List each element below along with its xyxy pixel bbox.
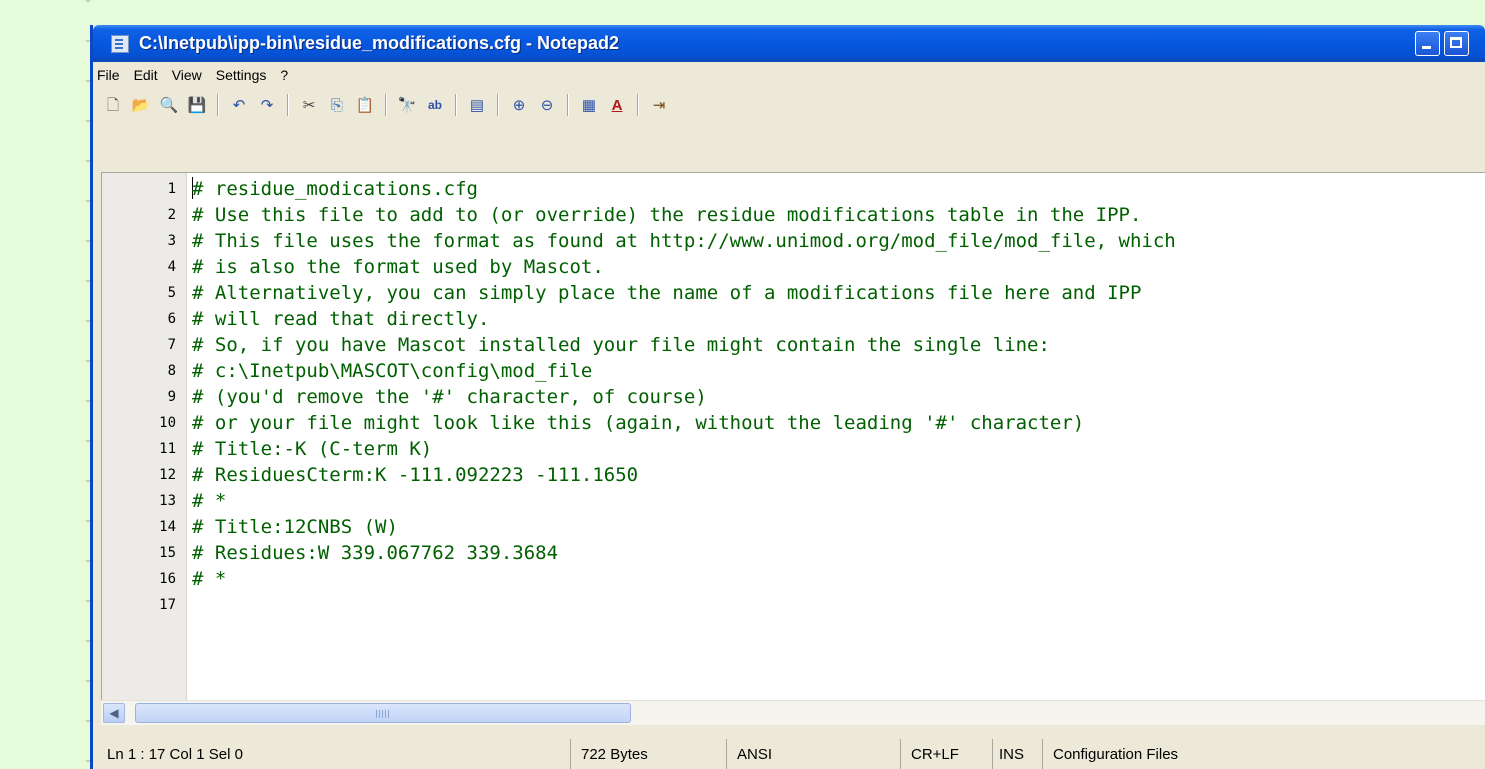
open-folder-icon[interactable]: 📂	[129, 93, 153, 117]
line-number: 14	[159, 519, 176, 535]
line-number: 15	[159, 545, 176, 561]
toolbar-separator	[567, 94, 569, 116]
code-line[interactable]: # ResiduesCterm:K -111.092223 -111.1650	[192, 462, 638, 488]
toolbar-separator	[217, 94, 219, 116]
status-line-endings[interactable]: CR+LF	[905, 739, 993, 769]
replace-icon[interactable]: ab	[423, 93, 447, 117]
new-file-icon[interactable]: 🗋	[101, 93, 125, 117]
code-line[interactable]: # So, if you have Mascot installed your …	[192, 332, 1050, 358]
line-number: 16	[159, 571, 176, 587]
code-line[interactable]: # is also the format used by Mascot.	[192, 254, 604, 280]
menu-file[interactable]: File	[93, 67, 127, 83]
code-line[interactable]: # Use this file to add to (or override) …	[192, 202, 1141, 228]
code-line[interactable]: # Title:-K (C-term K)	[192, 436, 432, 462]
find-icon[interactable]: 🔭	[395, 93, 419, 117]
code-line[interactable]: # Title:12CNBS (W)	[192, 514, 398, 540]
notepad-app-icon[interactable]	[111, 34, 129, 53]
word-wrap-icon[interactable]: ▤	[465, 93, 489, 117]
menu-view[interactable]: View	[165, 67, 209, 83]
scroll-left-button[interactable]: ◀	[103, 703, 125, 723]
toolbar: 🗋 📂 🔍 💾 ↶ ↷ ✂ ⎘ 📋 🔭 ab ▤ ⊕ ⊖ ▦ A ⇥	[93, 89, 1485, 121]
line-number: 5	[167, 285, 176, 301]
line-number: 11	[159, 441, 176, 457]
code-line[interactable]: # will read that directly.	[192, 306, 489, 332]
toolbar-separator	[637, 94, 639, 116]
undo-icon[interactable]: ↶	[227, 93, 251, 117]
cut-icon[interactable]: ✂	[297, 93, 321, 117]
status-encoding[interactable]: ANSI	[731, 739, 901, 769]
code-line[interactable]: # Residues:W 339.067762 339.3684	[192, 540, 558, 566]
font-icon[interactable]: A	[605, 93, 629, 117]
minimize-button[interactable]	[1415, 31, 1440, 56]
scroll-thumb[interactable]	[135, 703, 631, 723]
toolbar-separator	[385, 94, 387, 116]
menu-bar: File Edit View Settings ?	[93, 62, 1485, 87]
window-title: C:\Inetpub\ipp-bin\residue_modifications…	[139, 33, 620, 53]
text-editor[interactable]: 1 2 3 4 5 6 7 8 9 10 11 12 13 14 15 16 17 # residue_modi…	[101, 172, 1485, 701]
toolbar-separator	[287, 94, 289, 116]
scroll-grip-icon	[376, 710, 390, 718]
status-scheme[interactable]: Configuration Files	[1047, 739, 1485, 769]
save-icon[interactable]: 💾	[185, 93, 209, 117]
zoom-out-icon[interactable]: ⊖	[535, 93, 559, 117]
menu-settings[interactable]: Settings	[209, 67, 274, 83]
line-number-gutter: 1 2 3 4 5 6 7 8 9 10 11 12 13 14 15 16 17	[102, 173, 187, 701]
status-insert-mode: INS	[993, 739, 1043, 769]
title-bar[interactable]: C:\Inetpub\ipp-bin\residue_modifications…	[93, 25, 1485, 62]
line-number: 10	[159, 415, 176, 431]
scheme-icon[interactable]: ▦	[577, 93, 601, 117]
paste-icon[interactable]: 📋	[353, 93, 377, 117]
status-bar: Ln 1 : 17 Col 1 Sel 0 722 Bytes ANSI CR+…	[101, 739, 1485, 769]
line-number: 8	[167, 363, 176, 379]
code-line[interactable]: # *	[192, 488, 226, 514]
toolbar-separator	[497, 94, 499, 116]
line-number: 13	[159, 493, 176, 509]
code-line[interactable]: # (you'd remove the '#' character, of co…	[192, 384, 707, 410]
copy-icon[interactable]: ⎘	[325, 93, 349, 117]
line-number: 1	[167, 181, 176, 197]
line-number: 17	[159, 597, 176, 613]
code-line[interactable]: # *	[192, 566, 226, 592]
code-line[interactable]: # Alternatively, you can simply place th…	[192, 280, 1141, 306]
line-number: 7	[167, 337, 176, 353]
status-position: Ln 1 : 17 Col 1 Sel 0	[101, 739, 571, 769]
menu-help[interactable]: ?	[273, 67, 295, 83]
line-number: 4	[167, 259, 176, 275]
notepad2-window: C:\Inetpub\ipp-bin\residue_modifications…	[90, 25, 1485, 769]
line-number: 12	[159, 467, 176, 483]
menu-edit[interactable]: Edit	[127, 67, 165, 83]
horizontal-scrollbar[interactable]: ◀	[101, 700, 1485, 725]
line-number: 6	[167, 311, 176, 327]
code-line[interactable]: # residue_modications.cfg	[192, 176, 478, 202]
maximize-button[interactable]	[1444, 31, 1469, 56]
code-line[interactable]: # c:\Inetpub\MASCOT\config\mod_file	[192, 358, 592, 384]
exit-icon[interactable]: ⇥	[647, 93, 671, 117]
code-line[interactable]: # This file uses the format as found at …	[192, 228, 1176, 254]
code-line[interactable]: # or your file might look like this (aga…	[192, 410, 1084, 436]
toolbar-separator	[455, 94, 457, 116]
line-number: 2	[167, 207, 176, 223]
browse-icon[interactable]: 🔍	[157, 93, 181, 117]
line-number: 3	[167, 233, 176, 249]
zoom-in-icon[interactable]: ⊕	[507, 93, 531, 117]
redo-icon[interactable]: ↷	[255, 93, 279, 117]
line-number: 9	[167, 389, 176, 405]
status-file-size: 722 Bytes	[575, 739, 727, 769]
